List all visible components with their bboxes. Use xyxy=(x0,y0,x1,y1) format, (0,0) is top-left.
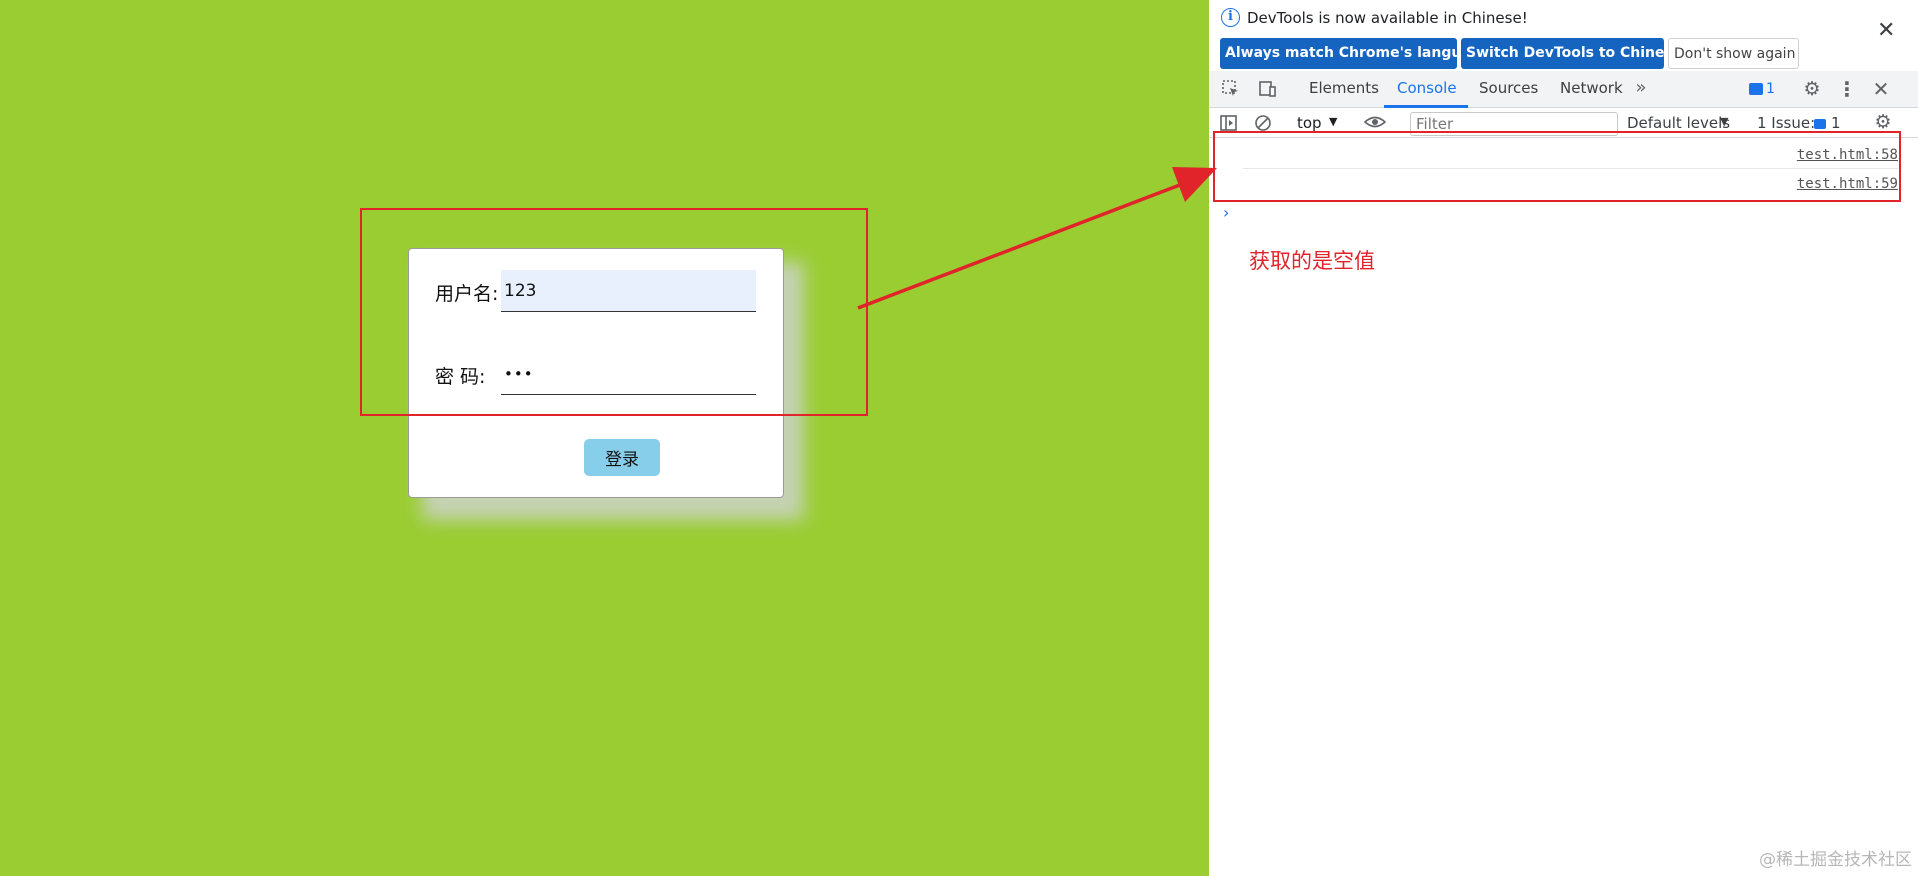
web-page-viewport: 用户名: 密 码: 登录 xyxy=(0,0,1209,876)
tab-console[interactable]: Console xyxy=(1397,79,1457,97)
tab-elements[interactable]: Elements xyxy=(1309,79,1379,97)
close-devtools-icon[interactable]: ✕ xyxy=(1871,79,1891,99)
language-infobar: i DevTools is now available in Chinese! … xyxy=(1209,0,1918,70)
issues-badge-count[interactable]: 1 xyxy=(1766,81,1775,97)
tab-network[interactable]: Network xyxy=(1560,79,1623,97)
more-tabs-icon[interactable]: » xyxy=(1631,78,1651,98)
chevron-down-icon[interactable]: ▼ xyxy=(1329,115,1337,128)
devtools-tab-bar: Elements Console Sources Network » 1 ⚙ ⋮… xyxy=(1209,71,1918,108)
info-icon: i xyxy=(1221,8,1240,27)
watermark: @稀土掘金技术社区 xyxy=(1759,850,1912,870)
dont-show-again-button[interactable]: Don't show again xyxy=(1668,38,1799,69)
inspect-element-icon[interactable] xyxy=(1221,79,1241,99)
devtools-panel: i DevTools is now available in Chinese! … xyxy=(1209,0,1918,876)
eye-icon[interactable] xyxy=(1363,112,1387,132)
login-button[interactable]: 登录 xyxy=(584,439,660,476)
gear-icon[interactable]: ⚙ xyxy=(1802,79,1822,99)
issues-count[interactable]: 1 xyxy=(1831,114,1841,132)
sidebar-toggle-icon[interactable] xyxy=(1219,113,1239,133)
context-selector[interactable]: top xyxy=(1297,114,1322,132)
tab-sources[interactable]: Sources xyxy=(1479,79,1538,97)
device-toolbar-icon[interactable] xyxy=(1257,79,1277,99)
annotation-text: 获取的是空值 xyxy=(1249,249,1375,273)
issues-badge-icon[interactable] xyxy=(1749,83,1763,95)
chevron-down-icon[interactable]: ▼ xyxy=(1720,115,1728,128)
log-levels-dropdown[interactable]: Default levels xyxy=(1627,114,1730,132)
clear-console-icon[interactable] xyxy=(1253,113,1273,133)
issues-label[interactable]: 1 Issue: xyxy=(1757,114,1815,132)
issues-icon[interactable] xyxy=(1814,119,1826,129)
close-icon[interactable]: ✕ xyxy=(1877,20,1895,42)
annotation-highlight-console xyxy=(1213,131,1901,202)
match-language-button[interactable]: Always match Chrome's language xyxy=(1220,38,1490,69)
infobar-message: DevTools is now available in Chinese! xyxy=(1247,9,1528,27)
annotation-highlight-form xyxy=(360,208,868,416)
more-options-icon[interactable]: ⋮ xyxy=(1837,79,1857,99)
console-settings-icon[interactable]: ⚙ xyxy=(1873,112,1893,132)
console-prompt-icon[interactable]: › xyxy=(1223,203,1229,222)
switch-language-button[interactable]: Switch DevTools to Chinese xyxy=(1461,38,1682,69)
